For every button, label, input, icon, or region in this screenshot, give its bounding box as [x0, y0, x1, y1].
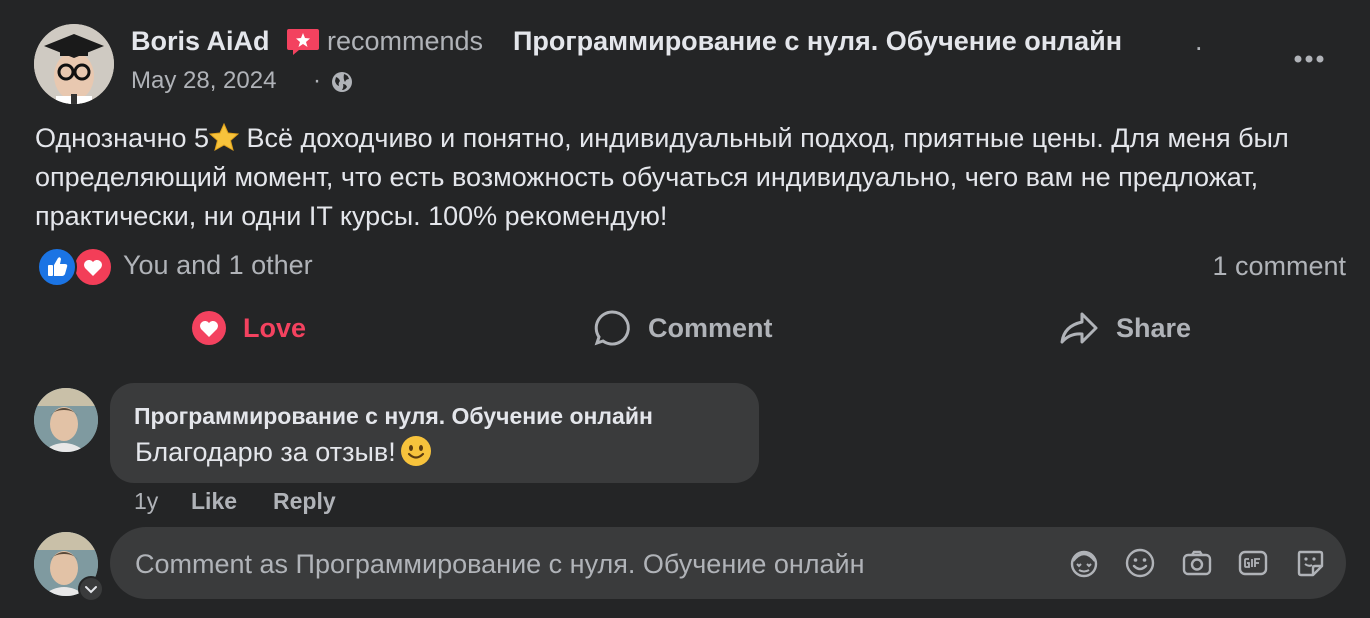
- comment-text: Благодарю за отзыв!: [135, 437, 396, 467]
- page-name-suffix: .: [1195, 26, 1203, 56]
- smiley-icon[interactable]: [1124, 547, 1156, 579]
- sticker-icon[interactable]: [1294, 547, 1326, 579]
- date-separator: ·: [313, 67, 321, 94]
- author-name[interactable]: Boris AiAd: [131, 26, 270, 57]
- avatar-sticker-icon[interactable]: [1068, 547, 1100, 579]
- post-text: Однозначно 5 Всё доходчиво и понятно, ин…: [35, 119, 1345, 236]
- smiley-emoji-icon: [400, 435, 432, 467]
- gif-icon[interactable]: [1237, 547, 1269, 579]
- heart-icon: [192, 311, 226, 345]
- post-card: Boris AiAd recommends Программирование с…: [0, 0, 1370, 618]
- share-button[interactable]: Share: [1058, 300, 1191, 356]
- comment-input-placeholder[interactable]: Comment as Программирование с нуля. Обуч…: [135, 549, 865, 580]
- comment-bubble: Программирование с нуля. Обучение онлайн…: [110, 383, 759, 483]
- chevron-down-icon[interactable]: [78, 576, 104, 602]
- recommends-label: recommends: [327, 26, 484, 56]
- comment-time[interactable]: 1y: [134, 488, 158, 515]
- reactions-summary[interactable]: You and 1 other: [123, 250, 313, 281]
- recommendation-icon: [286, 26, 320, 56]
- comment-author[interactable]: Программирование с нуля. Обучение онлайн: [134, 403, 653, 430]
- star-emoji-icon: [208, 122, 240, 152]
- comment-label: Comment: [648, 312, 773, 343]
- comment-reply-button[interactable]: Reply: [273, 488, 336, 515]
- thumbs-up-icon[interactable]: [37, 247, 77, 287]
- commenter-avatar[interactable]: [34, 388, 98, 452]
- love-label: Love: [243, 312, 307, 343]
- share-label: Share: [1116, 312, 1192, 343]
- more-options-icon[interactable]: [1290, 48, 1328, 70]
- comment-composer[interactable]: Comment as Программирование с нуля. Обуч…: [110, 527, 1346, 599]
- comment-text-wrap: Благодарю за отзыв!: [135, 435, 432, 468]
- heart-reaction-icon[interactable]: [73, 247, 113, 287]
- camera-icon[interactable]: [1181, 547, 1213, 579]
- love-button[interactable]: Love: [191, 300, 306, 356]
- post-text-start: Однозначно 5: [35, 123, 210, 153]
- share-arrow-icon: [1060, 312, 1098, 344]
- page-name-link[interactable]: Программирование с нуля. Обучение онлайн: [513, 26, 1122, 57]
- speech-bubble-icon: [594, 310, 630, 346]
- post-date[interactable]: May 28, 2024: [131, 67, 276, 95]
- comments-count[interactable]: 1 comment: [1212, 251, 1346, 282]
- globe-icon: [330, 70, 354, 94]
- comment-like-button[interactable]: Like: [191, 488, 237, 515]
- author-avatar[interactable]: [34, 24, 114, 104]
- comment-button[interactable]: Comment: [592, 300, 773, 356]
